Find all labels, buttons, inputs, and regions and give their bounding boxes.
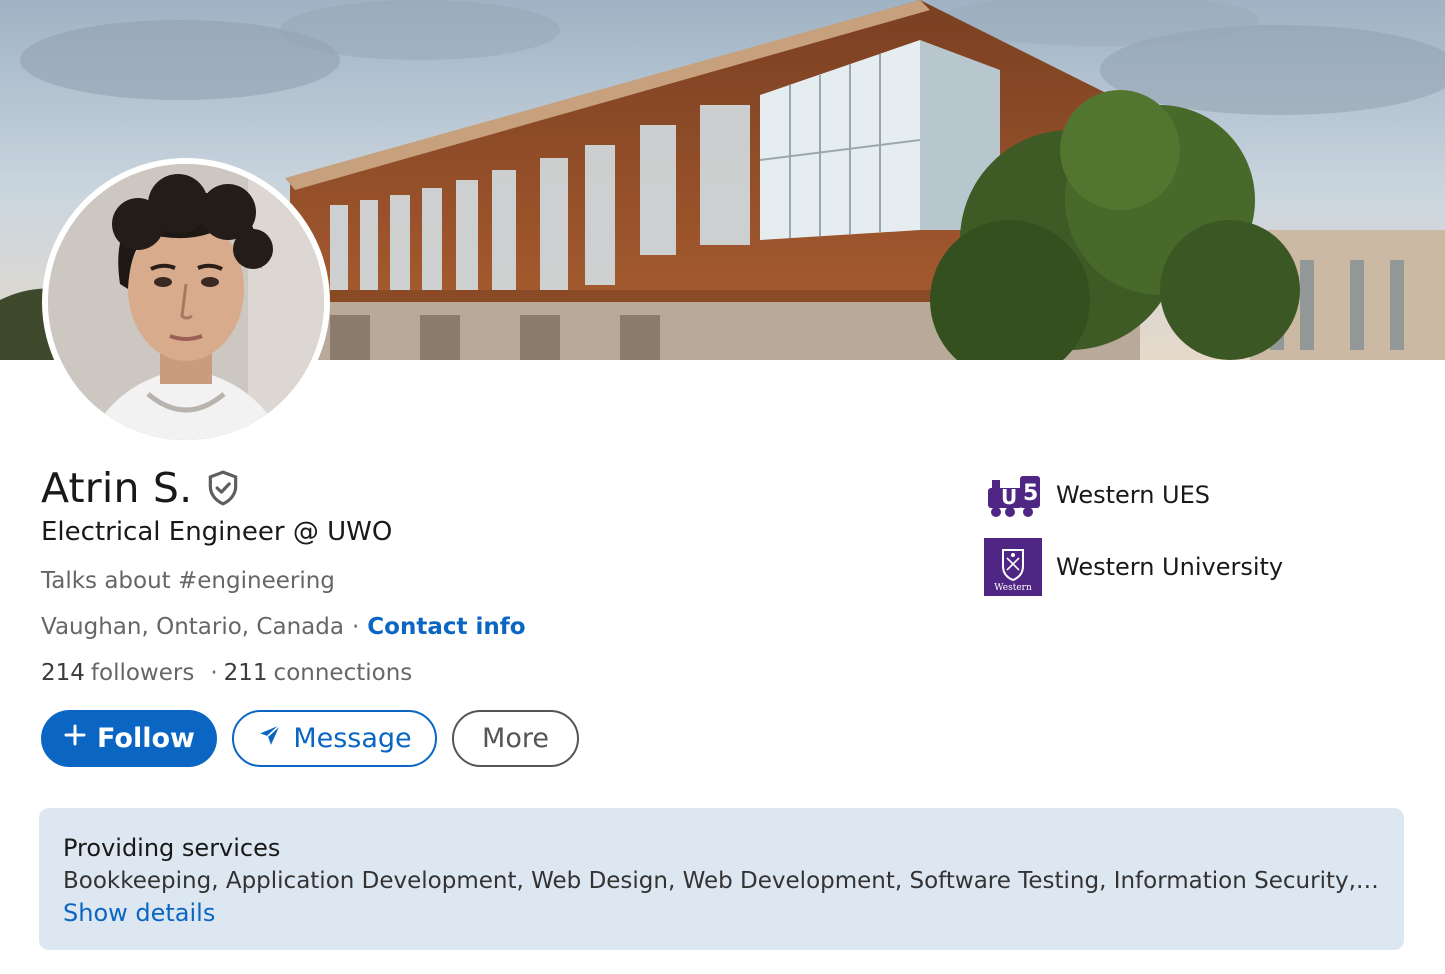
message-button[interactable]: Message [232, 710, 437, 767]
followers-count[interactable]: 214 [41, 660, 85, 686]
profile-actions: Follow Message More [41, 710, 579, 767]
western-crest-logo-icon: Western [984, 538, 1042, 596]
profile-avatar[interactable] [42, 158, 330, 446]
services-list: Bookkeeping, Application Development, We… [63, 868, 1380, 894]
verified-shield-icon[interactable] [204, 469, 242, 507]
show-details-link[interactable]: Show details [63, 899, 215, 927]
profile-headline: Electrical Engineer @ UWO [41, 517, 393, 547]
location-row: Vaughan, Ontario, Canada · Contact info [41, 614, 526, 640]
org-name: Western UES [1056, 481, 1211, 509]
more-label: More [482, 723, 549, 754]
org-western-ues[interactable]: U 5 Western UES [984, 466, 1283, 524]
services-title: Providing services [63, 834, 281, 862]
talks-about: Talks about #engineering [41, 568, 335, 594]
experience-education-summary: U 5 Western UES Western Western Universi… [984, 466, 1283, 610]
location-text: Vaughan, Ontario, Canada [41, 614, 344, 640]
follow-button[interactable]: Follow [41, 710, 217, 767]
name-row: Atrin S. [41, 464, 242, 512]
org-name: Western University [1056, 553, 1284, 581]
portrait-illustration [48, 164, 324, 440]
providing-services-card: Providing services Bookkeeping, Applicat… [39, 808, 1404, 950]
message-label: Message [293, 723, 412, 754]
plus-icon [63, 723, 87, 754]
followers-label: followers [90, 660, 195, 686]
org-western-university[interactable]: Western Western University [984, 538, 1283, 596]
more-button[interactable]: More [452, 710, 579, 767]
stats-separator: · [210, 660, 218, 686]
connections-label: connections [273, 660, 413, 686]
contact-info-link[interactable]: Contact info [367, 614, 525, 640]
profile-photo [48, 164, 324, 440]
location-separator: · [351, 614, 360, 640]
ues-train-logo-icon: U 5 [984, 466, 1042, 524]
send-icon [257, 722, 283, 755]
follow-label: Follow [97, 723, 195, 754]
connections-count[interactable]: 211 [224, 660, 268, 686]
western-crest-wordmark: Western [994, 583, 1032, 593]
profile-name: Atrin S. [41, 464, 193, 512]
svg-text:5: 5 [1023, 481, 1038, 506]
svg-text:U: U [1001, 485, 1017, 509]
stats-row: 214 followers · 211 connections [41, 660, 412, 686]
